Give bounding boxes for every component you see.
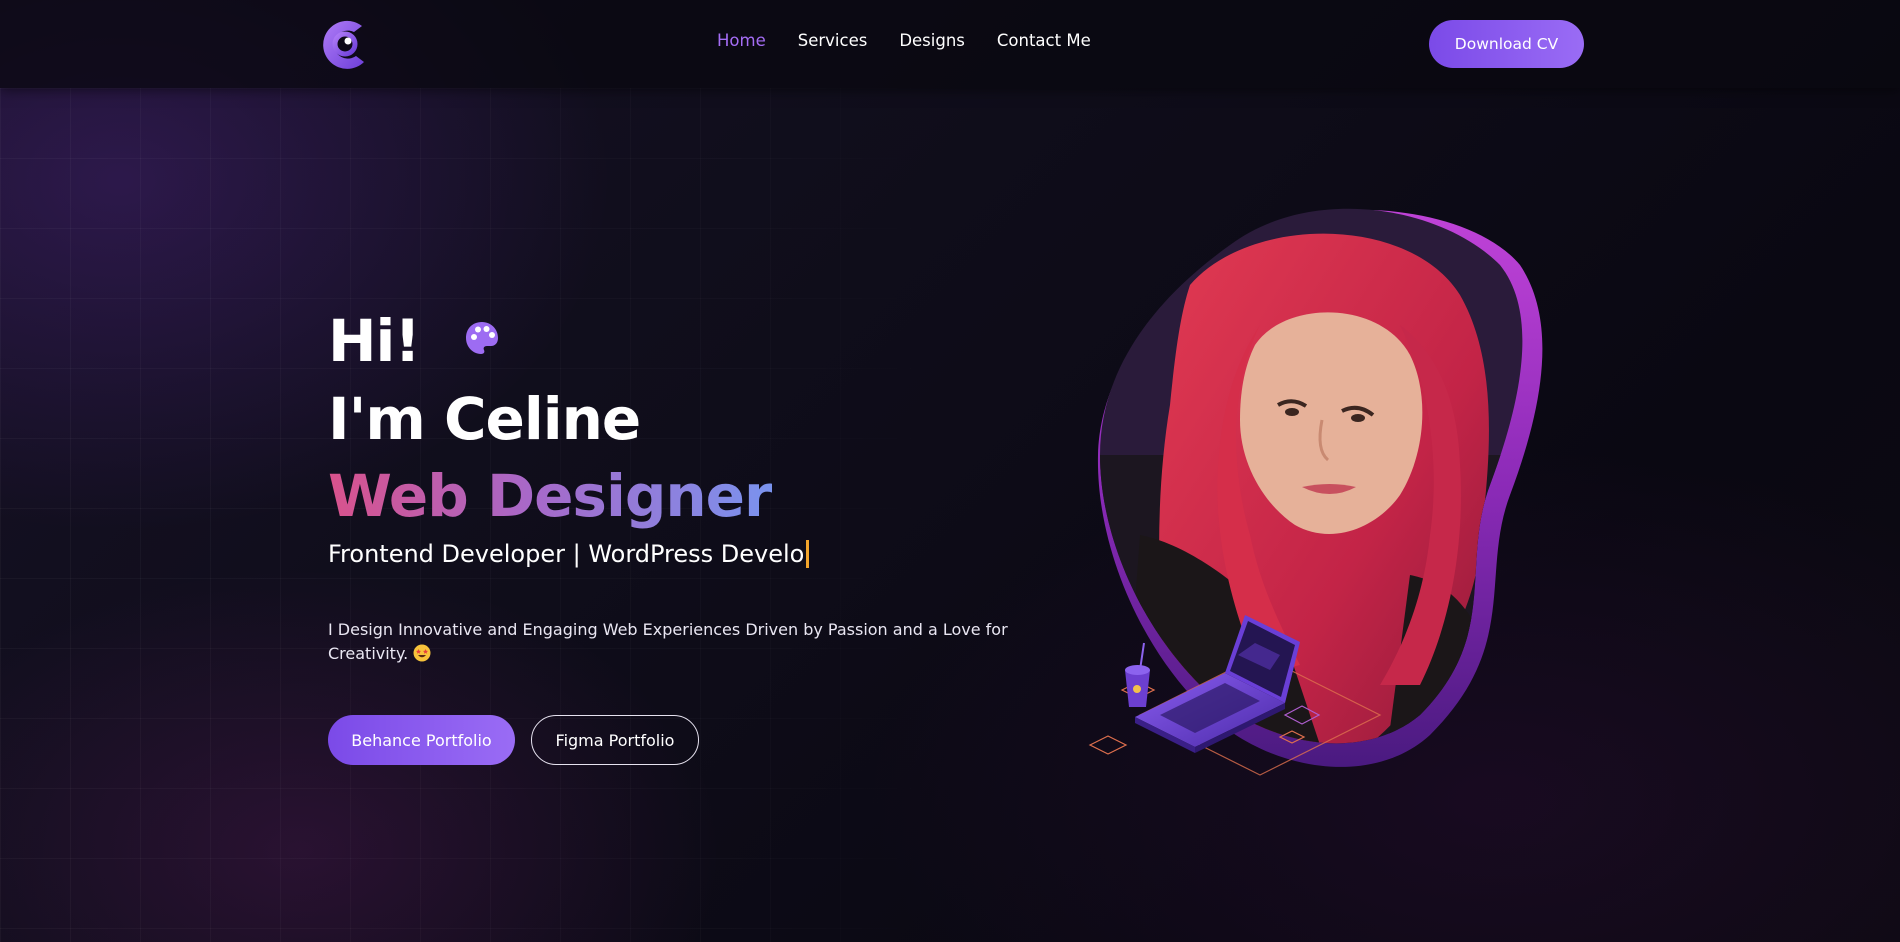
hero-name: I'm Celine (328, 385, 641, 453)
nav-contact-me[interactable]: Contact Me (997, 31, 1091, 50)
page: Home Services Designs Contact Me Downloa… (0, 0, 1900, 942)
c-logo-icon[interactable] (318, 16, 372, 72)
hero-role: Web Designer (328, 462, 773, 530)
nav-designs[interactable]: Designs (899, 31, 965, 50)
hero-tagline: I Design Innovative and Engaging Web Exp… (328, 618, 1028, 666)
hero-greeting: Hi! (328, 307, 421, 375)
typed-roles: Frontend Developer | WordPress Develo (328, 538, 810, 570)
typing-caret (806, 540, 810, 568)
site-header: Home Services Designs Contact Me Downloa… (0, 0, 1900, 88)
download-cv-button[interactable]: Download CV (1429, 20, 1584, 68)
typed-text: Frontend Developer | WordPress Develo (328, 540, 805, 568)
hero-portrait (1088, 208, 1543, 776)
star-struck-emoji-icon (413, 644, 431, 662)
nav-home[interactable]: Home (717, 31, 766, 50)
main-nav: Home Services Designs Contact Me (717, 31, 1091, 50)
figma-portfolio-button[interactable]: Figma Portfolio (531, 715, 699, 765)
behance-portfolio-button[interactable]: Behance Portfolio (328, 715, 515, 765)
nav-services[interactable]: Services (798, 31, 868, 50)
palette-icon (466, 322, 498, 354)
